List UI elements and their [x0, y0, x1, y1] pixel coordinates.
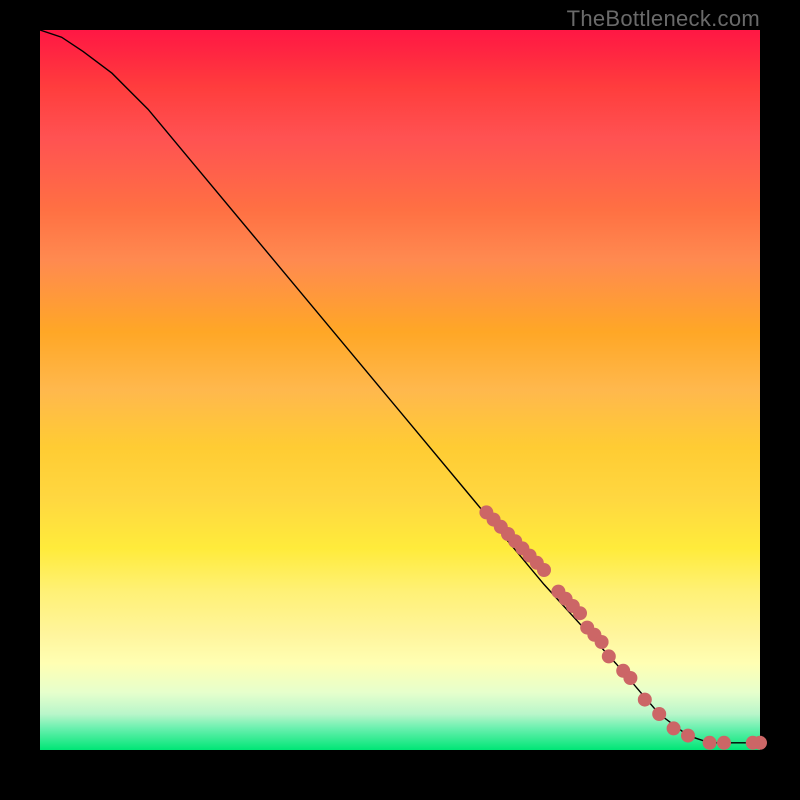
plot-area [40, 30, 760, 750]
data-points [479, 505, 767, 749]
data-point [667, 721, 681, 735]
data-point [595, 635, 609, 649]
data-point [638, 693, 652, 707]
chart-container: TheBottleneck.com [0, 0, 800, 800]
data-point [602, 649, 616, 663]
curve-line [40, 30, 760, 743]
data-point [703, 736, 717, 750]
data-point [623, 671, 637, 685]
data-point [753, 736, 767, 750]
data-point [537, 563, 551, 577]
watermark-text: TheBottleneck.com [567, 6, 760, 32]
data-point [573, 606, 587, 620]
chart-svg [40, 30, 760, 750]
data-point [652, 707, 666, 721]
data-point [681, 729, 695, 743]
data-point [717, 736, 731, 750]
